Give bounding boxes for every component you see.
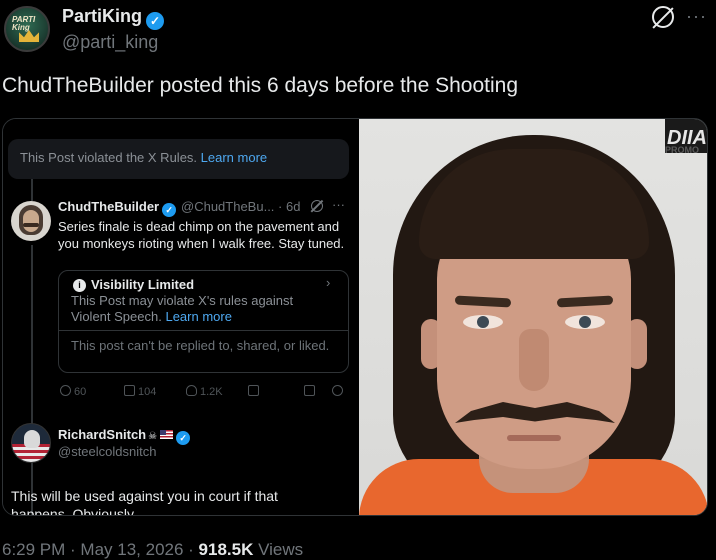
reply-meta: @ChudTheBu... · 6d bbox=[181, 199, 301, 214]
grok-analyze-button[interactable] bbox=[248, 385, 262, 398]
chevron-right-icon: › bbox=[326, 275, 331, 290]
photo-nose bbox=[519, 329, 549, 391]
views-count: 918.5K bbox=[198, 540, 254, 559]
heart-icon bbox=[186, 385, 197, 396]
background-promo-text: PROMO bbox=[665, 145, 700, 155]
avatar-logo-text: PARTI King bbox=[12, 15, 36, 32]
second-reply-handle: @steelcoldsnitch bbox=[58, 444, 157, 459]
post-timestamp[interactable]: 6:29 PM · May 13, 2026 · bbox=[2, 540, 199, 559]
visibility-title: Visibility Limited bbox=[91, 277, 195, 292]
repost-button[interactable]: 104 bbox=[124, 385, 156, 398]
like-button[interactable]: 1.2K bbox=[186, 385, 223, 398]
media-screenshot[interactable]: This Post violated the X Rules. Learn mo… bbox=[3, 119, 357, 516]
action-bar: 60 104 1.2K bbox=[58, 385, 348, 401]
second-reply-body: This will be used against you in court i… bbox=[11, 488, 278, 516]
grok-icon[interactable] bbox=[311, 200, 323, 212]
like-count: 1.2K bbox=[200, 386, 223, 398]
more-options-icon[interactable]: ··· bbox=[686, 6, 707, 27]
chud-avatar[interactable] bbox=[11, 201, 51, 241]
media-photo[interactable]: DIIA PROMO bbox=[359, 119, 707, 515]
reply-author-name[interactable]: ChudTheBuilder ✓ bbox=[58, 199, 177, 217]
media-grid[interactable]: This Post violated the X Rules. Learn mo… bbox=[2, 118, 708, 516]
photo-iris bbox=[579, 316, 591, 328]
violation-notice: This Post violated the X Rules. Learn mo… bbox=[8, 139, 349, 179]
reply-count: 60 bbox=[74, 386, 87, 398]
info-icon: i bbox=[73, 279, 86, 292]
violation-text: This Post violated the X Rules. bbox=[20, 150, 198, 165]
photo-mouth bbox=[507, 435, 561, 441]
second-reply-author-name[interactable]: RichardSnitch ☠ ✓ bbox=[58, 427, 191, 445]
verified-badge-icon: ✓ bbox=[162, 203, 177, 217]
visibility-learn-more-link[interactable]: Learn more bbox=[165, 309, 231, 324]
thread-line bbox=[31, 179, 33, 201]
repost-count: 104 bbox=[138, 386, 157, 398]
reply-body: Series finale is dead chimp on the pavem… bbox=[58, 219, 345, 251]
verified-badge-icon: ✓ bbox=[146, 12, 165, 30]
bookmark-button[interactable] bbox=[304, 385, 318, 398]
tweet-text: ChudTheBuilder posted this 6 days before… bbox=[2, 74, 519, 97]
violation-learn-more-link[interactable]: Learn more bbox=[201, 150, 267, 165]
thread-line bbox=[31, 245, 33, 515]
more-options-icon[interactable]: ··· bbox=[332, 197, 345, 212]
repost-icon bbox=[124, 385, 135, 396]
views-label: Views bbox=[253, 540, 304, 559]
reply-icon bbox=[60, 385, 71, 396]
skull-flag-icon: ☠ bbox=[148, 431, 158, 442]
us-flag-icon bbox=[160, 430, 174, 439]
photo-iris bbox=[477, 316, 489, 328]
verified-badge-icon: ✓ bbox=[176, 431, 191, 445]
bookmark-icon bbox=[304, 385, 315, 396]
post-footer: 6:29 PM · May 13, 2026 · 918.5K Views bbox=[2, 540, 303, 560]
author-name[interactable]: PartiKing ✓ bbox=[62, 6, 165, 30]
author-name-text: PartiKing bbox=[62, 6, 143, 26]
divider bbox=[59, 330, 348, 331]
richard-avatar[interactable] bbox=[11, 423, 51, 463]
share-button[interactable] bbox=[332, 385, 346, 398]
grok-analyze-icon bbox=[248, 385, 259, 396]
reply-button[interactable]: 60 bbox=[60, 385, 86, 398]
post-header: PARTI King PartiKing ✓ @parti_king ··· bbox=[0, 0, 716, 62]
author-handle[interactable]: @parti_king bbox=[62, 32, 158, 53]
author-avatar[interactable]: PARTI King bbox=[4, 6, 50, 52]
grok-icon[interactable] bbox=[652, 6, 674, 28]
reply-author-name-text: ChudTheBuilder bbox=[58, 199, 160, 214]
visibility-note: This post can't be replied to, shared, o… bbox=[71, 338, 330, 353]
visibility-description: This Post may violate X's rules against … bbox=[71, 293, 331, 325]
visibility-limited-card[interactable]: i Visibility Limited › This Post may vio… bbox=[58, 270, 349, 373]
second-reply-author-name-text: RichardSnitch bbox=[58, 427, 147, 442]
share-icon bbox=[332, 385, 343, 396]
